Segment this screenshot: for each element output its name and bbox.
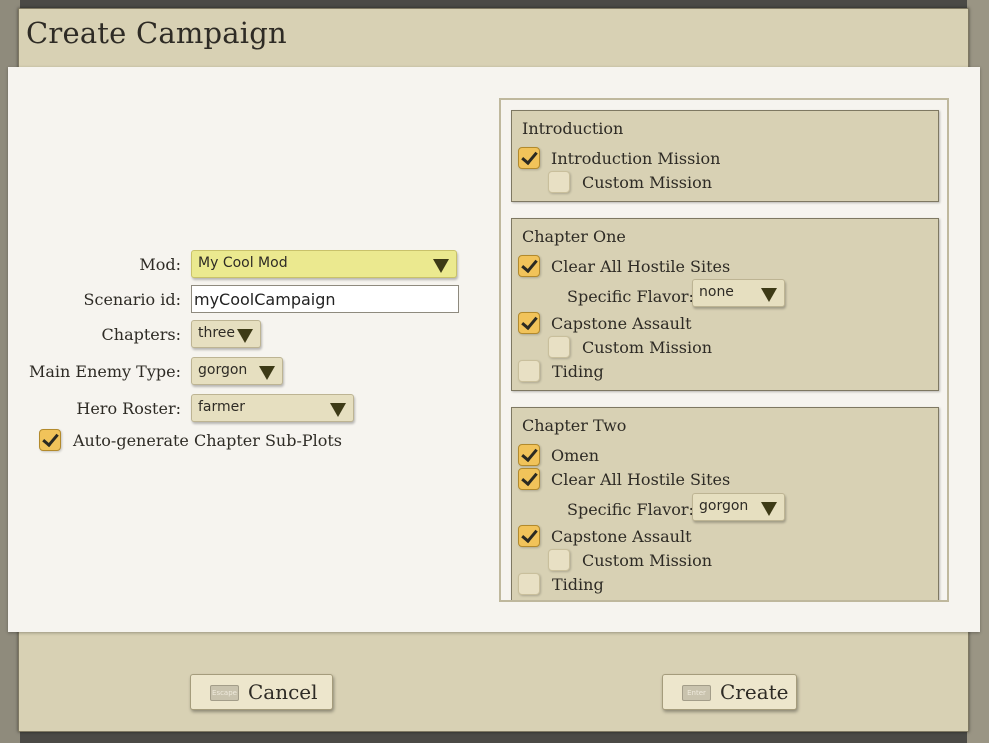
chapter-title: Chapter Two xyxy=(522,416,627,435)
clear-sites-label: Clear All Hostile Sites xyxy=(551,257,731,276)
specific-flavor-dropdown[interactable]: none xyxy=(692,279,785,307)
create-button-label: Create xyxy=(720,680,789,704)
cancel-button-label: Cancel xyxy=(248,680,318,704)
mod-label: Mod: xyxy=(139,255,181,274)
hero-roster-value: farmer xyxy=(198,399,246,415)
hero-roster-dropdown[interactable]: farmer xyxy=(191,394,354,422)
create-button[interactable]: Enter Create xyxy=(662,674,797,710)
chapter-group-introduction: Introduction Introduction Mission Custom… xyxy=(511,110,939,202)
introduction-mission-checkbox[interactable] xyxy=(518,147,540,169)
chapter-title: Introduction xyxy=(522,119,624,138)
enter-key-icon: Enter xyxy=(682,685,711,701)
specific-flavor-value: none xyxy=(699,284,734,300)
capstone-assault-label: Capstone Assault xyxy=(551,314,692,333)
specific-flavor-dropdown[interactable]: gorgon xyxy=(692,493,785,521)
tiding-label: Tiding xyxy=(552,362,604,381)
main-enemy-value: gorgon xyxy=(198,362,248,378)
omen-checkbox[interactable] xyxy=(518,444,540,466)
chapters-value: three xyxy=(198,325,236,341)
checkmark-icon xyxy=(521,312,538,331)
checkmark-icon xyxy=(521,444,538,463)
auto-generate-checkbox[interactable] xyxy=(39,429,61,451)
tiding-checkbox[interactable] xyxy=(518,573,540,595)
custom-mission-label: Custom Mission xyxy=(582,338,713,357)
custom-mission-checkbox[interactable] xyxy=(548,549,570,571)
checkmark-icon xyxy=(42,429,59,448)
clear-sites-checkbox[interactable] xyxy=(518,255,540,277)
chapter-group-one: Chapter One Clear All Hostile Sites Spec… xyxy=(511,218,939,391)
chevron-down-icon xyxy=(761,502,777,516)
main-enemy-label: Main Enemy Type: xyxy=(29,362,181,381)
clear-sites-label: Clear All Hostile Sites xyxy=(551,470,731,489)
capstone-assault-checkbox[interactable] xyxy=(518,525,540,547)
tiding-checkbox[interactable] xyxy=(518,360,540,382)
omen-label: Omen xyxy=(551,446,600,465)
custom-mission-label: Custom Mission xyxy=(582,173,713,192)
chevron-down-icon xyxy=(237,329,253,343)
chapter-title: Chapter One xyxy=(522,227,626,246)
capstone-assault-label: Capstone Assault xyxy=(551,527,692,546)
chapter-list: Introduction Introduction Mission Custom… xyxy=(501,100,947,600)
tiding-label: Tiding xyxy=(552,575,604,594)
scenario-id-input[interactable] xyxy=(191,285,459,313)
checkmark-icon xyxy=(521,255,538,274)
escape-key-icon: Escape xyxy=(210,685,239,701)
capstone-assault-checkbox[interactable] xyxy=(518,312,540,334)
scenario-id-label: Scenario id: xyxy=(83,290,181,309)
checkmark-icon xyxy=(521,147,538,166)
hero-roster-label: Hero Roster: xyxy=(76,399,181,418)
checkmark-icon xyxy=(521,525,538,544)
auto-generate-label: Auto-generate Chapter Sub-Plots xyxy=(73,431,343,450)
chapters-dropdown[interactable]: three xyxy=(191,320,261,348)
cancel-button[interactable]: Escape Cancel xyxy=(190,674,333,710)
chapter-group-two: Chapter Two Omen Clear All Hostile Sites… xyxy=(511,407,939,600)
custom-mission-checkbox[interactable] xyxy=(548,336,570,358)
chevron-down-icon xyxy=(433,259,449,273)
chevron-down-icon xyxy=(259,366,275,380)
chevron-down-icon xyxy=(330,403,346,417)
custom-mission-label: Custom Mission xyxy=(582,551,713,570)
checkmark-icon xyxy=(521,468,538,487)
custom-mission-checkbox[interactable] xyxy=(548,171,570,193)
mod-value: My Cool Mod xyxy=(198,255,288,271)
main-enemy-dropdown[interactable]: gorgon xyxy=(191,357,283,385)
specific-flavor-value: gorgon xyxy=(699,498,749,514)
chevron-down-icon xyxy=(761,288,777,302)
introduction-mission-label: Introduction Mission xyxy=(551,149,721,168)
specific-flavor-label: Specific Flavor: xyxy=(567,287,694,306)
chapter-scroll-area[interactable]: Introduction Introduction Mission Custom… xyxy=(499,98,949,602)
chapters-label: Chapters: xyxy=(101,325,181,344)
clear-sites-checkbox[interactable] xyxy=(518,468,540,490)
specific-flavor-label: Specific Flavor: xyxy=(567,500,694,519)
dialog-title: Create Campaign xyxy=(26,16,287,50)
mod-dropdown[interactable]: My Cool Mod xyxy=(191,250,457,278)
